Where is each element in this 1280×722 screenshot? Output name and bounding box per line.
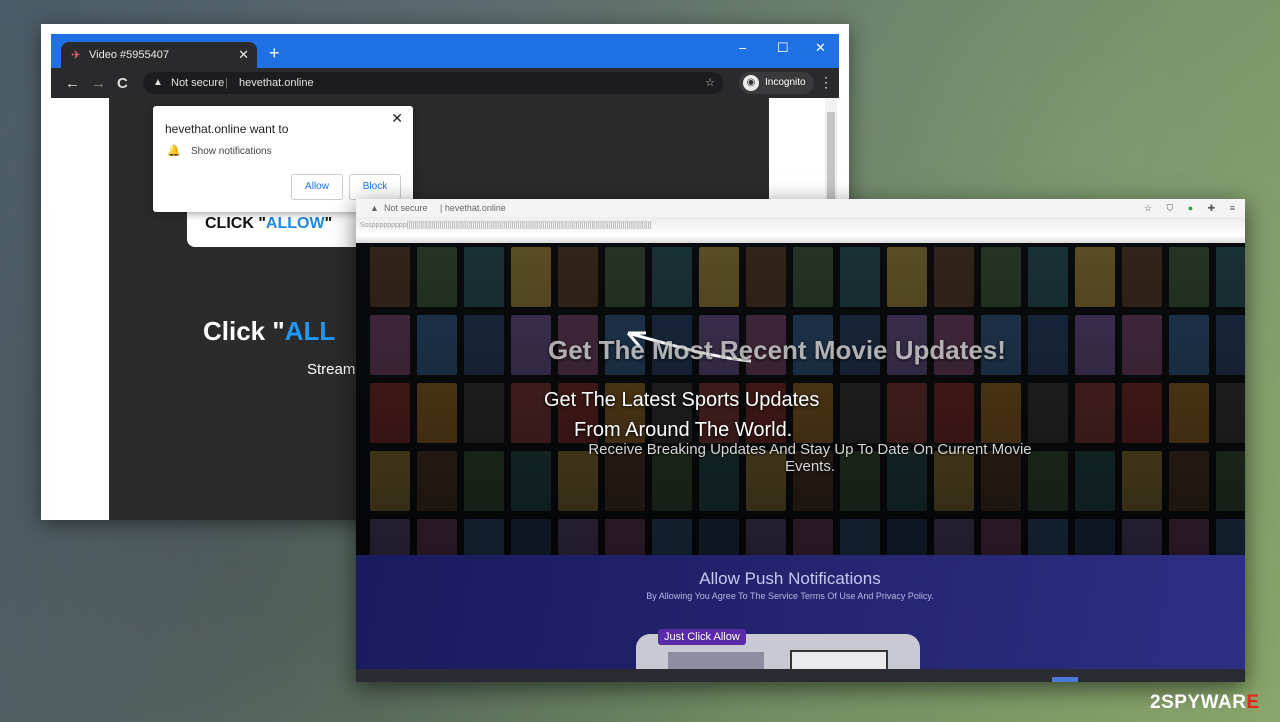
tab-video[interactable]: ✈ Video #5955407 ✕ <box>61 42 257 68</box>
browser-window-front: ▲ Not secure | hevethat.online ☆ ⛉ ● ✚ ≡… <box>356 199 1245 682</box>
receive-text: Receive Breaking Updates And Stay Up To … <box>588 441 1032 475</box>
favicon-icon: ✈ <box>71 48 82 62</box>
maximize-button[interactable]: ☐ <box>777 40 789 56</box>
block-button[interactable]: Block <box>349 174 401 200</box>
big-click-heading: Click "ALL <box>203 316 335 347</box>
big-click-allow: ALL <box>284 316 336 346</box>
bookmark-star-icon[interactable]: ☆ <box>1144 203 1152 213</box>
push-section: Allow Push Notifications By Allowing You… <box>356 555 1245 682</box>
logo-suffix: E <box>1246 692 1260 713</box>
address-row: ← → C ▲ Not secure | hevethat.online ☆ ◉… <box>51 68 839 98</box>
reload-button[interactable]: C <box>117 75 128 92</box>
address-separator: | <box>225 77 228 89</box>
push-title: Allow Push Notifications <box>699 569 881 588</box>
extensions-icon[interactable]: ✚ <box>1208 203 1216 213</box>
scrollbar-thumb[interactable] <box>827 112 835 202</box>
movie-headline: Get The Most Recent Movie Updates! <box>548 335 1006 365</box>
incognito-badge[interactable]: ◉ Incognito <box>739 72 814 94</box>
toolbar-icons: ☆ ⛉ ● ✚ ≡ <box>1132 199 1235 217</box>
just-click-allow-badge: Just Click Allow <box>658 629 746 645</box>
permission-close-button[interactable]: ✕ <box>391 110 403 127</box>
sports-headline: Get The Latest Sports Updates <box>544 389 820 411</box>
url-text[interactable]: hevethat.online <box>239 72 314 94</box>
address-bar[interactable]: ▲ Not secure | hevethat.online ☆ <box>143 72 723 94</box>
tab-title: Video #5955407 <box>89 49 169 61</box>
menu-icon[interactable]: ⋮ <box>819 74 833 91</box>
minimize-button[interactable]: – <box>739 40 746 55</box>
not-secure-label[interactable]: Not secure <box>384 199 428 217</box>
click-suffix: " <box>324 215 333 232</box>
show-notifications-label: Show notifications <box>191 146 272 157</box>
warning-icon: ▲ <box>370 203 379 213</box>
grammarly-icon[interactable]: ● <box>1188 203 1193 213</box>
stream-text: Stream <box>307 361 356 378</box>
tab-close-icon[interactable]: ✕ <box>238 42 249 68</box>
incognito-icon: ◉ <box>743 75 759 91</box>
big-click-prefix: Click " <box>203 316 285 346</box>
shield-icon[interactable]: ⛉ <box>1166 203 1173 213</box>
logo-prefix: 2 <box>1150 692 1162 713</box>
warning-icon: ▲ <box>153 77 163 88</box>
tab-bar: ✈ Video #5955407 ✕ + – ☐ ✕ <box>51 34 839 68</box>
bottom-bar-button[interactable] <box>1052 677 1078 682</box>
forward-button[interactable]: → <box>91 75 106 92</box>
bookmark-star-icon[interactable]: ☆ <box>705 72 715 94</box>
distorted-strip: Sssppppppppp[[[[[[[[[[[[[[[[[[[[[[[[[[[[… <box>356 217 1245 243</box>
back-button[interactable]: ← <box>65 75 80 92</box>
watermark-logo: 2SPYWARE <box>1150 692 1260 714</box>
allow-button[interactable]: Allow <box>291 174 343 200</box>
notification-permission-popup: hevethat.online want to ✕ 🔔 Show notific… <box>153 106 413 212</box>
push-subtitle: By Allowing You Agree To The Service Ter… <box>646 591 934 601</box>
not-secure-label[interactable]: Not secure <box>171 72 224 94</box>
incognito-label: Incognito <box>765 77 806 88</box>
menu-icon[interactable]: ≡ <box>1230 203 1235 213</box>
bell-icon: 🔔 <box>167 145 181 157</box>
bottom-bar <box>356 669 1245 682</box>
url-text[interactable]: | hevethat.online <box>440 199 506 217</box>
world-headline: From Around The World. <box>574 419 793 441</box>
logo-mid: SPYWAR <box>1161 692 1247 713</box>
new-tab-button[interactable]: + <box>269 42 280 64</box>
address-bar-2[interactable]: ▲ Not secure | hevethat.online ☆ ⛉ ● ✚ ≡ <box>356 199 1245 217</box>
permission-title: hevethat.online want to <box>165 122 289 136</box>
close-window-button[interactable]: ✕ <box>815 40 826 56</box>
click-prefix: CLICK " <box>205 215 266 232</box>
click-allow-word: ALLOW <box>265 215 325 232</box>
